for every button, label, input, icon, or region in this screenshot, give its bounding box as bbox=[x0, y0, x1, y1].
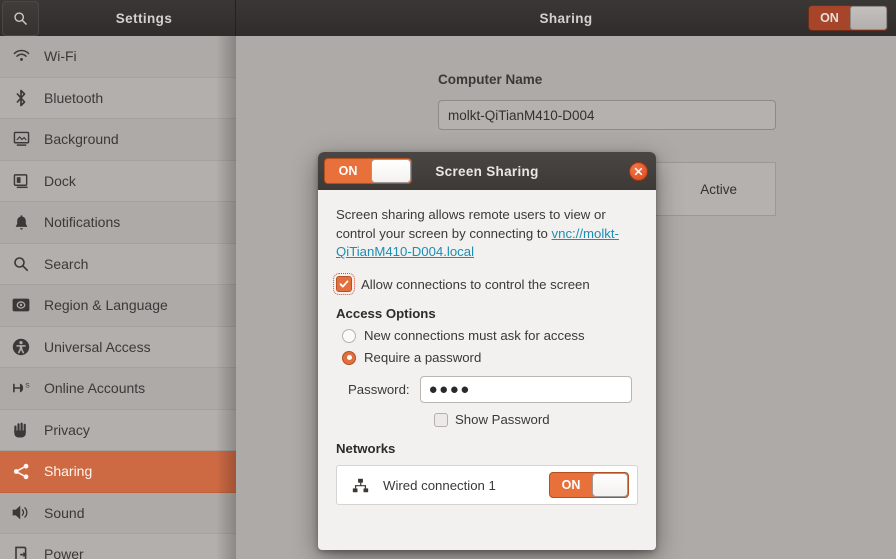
sidebar-item-universal-access[interactable]: Universal Access bbox=[0, 326, 236, 368]
allow-control-checkbox[interactable] bbox=[333, 273, 355, 296]
bluetooth-icon bbox=[10, 89, 32, 107]
sidebar-item-label: Search bbox=[44, 255, 89, 272]
sidebar-item-label: Region & Language bbox=[44, 297, 168, 314]
network-toggle-knob bbox=[592, 473, 628, 498]
online-accounts-icon: S bbox=[10, 380, 32, 396]
sidebar-item-label: Background bbox=[44, 131, 119, 148]
network-row[interactable]: Wired connection 1 ON bbox=[337, 466, 637, 504]
sidebar-item-dock[interactable]: Dock bbox=[0, 160, 236, 202]
dialog-body: Screen sharing allows remote users to vi… bbox=[318, 190, 656, 506]
sidebar-item-label: Online Accounts bbox=[44, 380, 146, 397]
networks-heading: Networks bbox=[336, 441, 396, 457]
sidebar-item-label: Wi-Fi bbox=[44, 48, 77, 65]
settings-window: Settings Sharing ON Wi-Fi Bluetooth Back… bbox=[0, 0, 896, 559]
hand-icon bbox=[10, 421, 32, 438]
password-input[interactable]: ●●●● bbox=[419, 376, 632, 404]
allow-control-label: Allow connections to control the screen bbox=[361, 276, 590, 292]
sidebar-item-wifi[interactable]: Wi-Fi bbox=[0, 36, 236, 78]
sidebar-item-sharing[interactable]: Sharing bbox=[0, 451, 236, 493]
sidebar-item-search[interactable]: Search bbox=[0, 243, 236, 285]
sidebar-item-label: Notifications bbox=[44, 214, 121, 231]
password-row: Password: ●●●● bbox=[336, 376, 638, 404]
network-name: Wired connection 1 bbox=[383, 477, 496, 493]
sidebar-title: Settings bbox=[115, 10, 173, 26]
sidebar-item-region-language[interactable]: Region & Language bbox=[0, 285, 236, 327]
access-option-ask-radio[interactable] bbox=[342, 328, 356, 343]
access-option-password-label: Require a password bbox=[364, 350, 482, 366]
power-plug-icon bbox=[10, 546, 32, 559]
sidebar-item-label: Dock bbox=[44, 172, 76, 189]
sharing-master-toggle-knob bbox=[849, 6, 887, 30]
wifi-icon bbox=[10, 49, 32, 63]
allow-control-row[interactable]: Allow connections to control the screen bbox=[333, 273, 638, 296]
dock-icon bbox=[10, 173, 32, 189]
show-password-label: Show Password bbox=[455, 412, 550, 428]
sidebar-item-label: Power bbox=[44, 546, 84, 559]
sidebar-titlebar: Settings bbox=[0, 0, 236, 36]
access-option-ask[interactable]: New connections must ask for access bbox=[336, 328, 638, 343]
access-option-password-radio[interactable] bbox=[342, 350, 356, 365]
password-label: Password: bbox=[348, 382, 410, 398]
sidebar-item-background[interactable]: Background bbox=[0, 119, 236, 161]
main-titlebar: Sharing ON bbox=[236, 0, 896, 36]
share-icon bbox=[10, 463, 32, 480]
region-language-icon bbox=[10, 298, 32, 312]
network-wired-icon bbox=[349, 478, 371, 493]
speaker-icon bbox=[10, 505, 32, 520]
sharing-master-toggle[interactable]: ON bbox=[808, 5, 888, 31]
screen-sharing-toggle[interactable]: ON bbox=[324, 158, 412, 184]
sidebar-item-label: Universal Access bbox=[44, 338, 151, 355]
sidebar-item-notifications[interactable]: Notifications bbox=[0, 202, 236, 244]
sidebar-item-bluetooth[interactable]: Bluetooth bbox=[0, 77, 236, 119]
access-option-password[interactable]: Require a password bbox=[336, 350, 638, 365]
dialog-titlebar: ON Screen Sharing bbox=[318, 152, 656, 190]
networks-list: Wired connection 1 ON bbox=[336, 465, 638, 506]
accessibility-icon bbox=[10, 338, 32, 356]
svg-text:S: S bbox=[25, 383, 30, 390]
sidebar[interactable]: Wi-Fi Bluetooth Background Dock Notifica… bbox=[0, 36, 236, 559]
sidebar-item-label: Privacy bbox=[44, 421, 90, 438]
screen-sharing-dialog: ON Screen Sharing Screen sharing allows … bbox=[318, 152, 656, 550]
sidebar-item-label: Sound bbox=[44, 504, 85, 521]
computer-name-label: Computer Name bbox=[438, 72, 543, 87]
bell-icon bbox=[10, 214, 32, 231]
screen-sharing-toggle-label: ON bbox=[338, 164, 358, 178]
sharing-master-toggle-label: ON bbox=[820, 11, 839, 25]
background-icon bbox=[10, 131, 32, 147]
network-toggle-label: ON bbox=[561, 478, 581, 493]
sidebar-item-sound[interactable]: Sound bbox=[0, 493, 236, 534]
sidebar-item-power[interactable]: Power bbox=[0, 534, 236, 559]
dialog-description: Screen sharing allows remote users to vi… bbox=[336, 206, 638, 262]
sidebar-item-privacy[interactable]: Privacy bbox=[0, 409, 236, 451]
computer-name-input[interactable]: molkt-QiTianM410-D004 bbox=[438, 100, 776, 130]
screen-sharing-toggle-knob bbox=[371, 159, 411, 183]
search-icon[interactable] bbox=[2, 0, 39, 36]
page-title: Sharing bbox=[539, 10, 593, 26]
show-password-checkbox[interactable] bbox=[434, 412, 448, 427]
search-icon bbox=[10, 256, 32, 272]
show-password-row[interactable]: Show Password bbox=[336, 412, 638, 427]
network-toggle[interactable]: ON bbox=[549, 472, 629, 499]
close-icon[interactable] bbox=[629, 162, 648, 181]
sidebar-item-label: Bluetooth bbox=[44, 89, 104, 106]
sidebar-item-label: Sharing bbox=[44, 463, 93, 480]
status-badge: Active bbox=[700, 181, 737, 197]
access-options-heading: Access Options bbox=[336, 306, 436, 322]
access-option-ask-label: New connections must ask for access bbox=[364, 328, 585, 344]
sidebar-item-online-accounts[interactable]: S Online Accounts bbox=[0, 368, 236, 410]
